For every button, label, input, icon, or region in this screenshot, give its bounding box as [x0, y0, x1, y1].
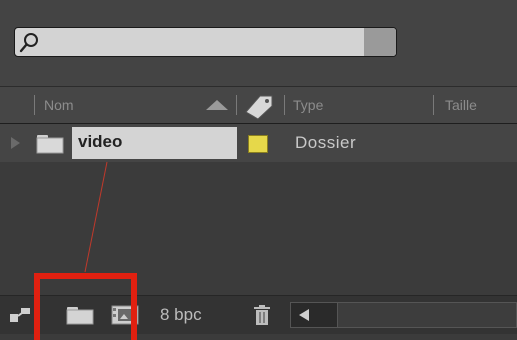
scroll-left-arrow-icon[interactable] [299, 309, 309, 321]
column-divider[interactable] [236, 95, 237, 115]
annotation-pointer-line [84, 161, 108, 273]
table-row[interactable]: video Dossier [0, 124, 517, 162]
label-tag-icon[interactable] [242, 92, 276, 120]
new-composition-icon[interactable] [110, 304, 140, 326]
bit-depth-button[interactable]: 8 bpc [160, 305, 202, 325]
disclosure-triangle-icon[interactable] [10, 137, 20, 149]
search-field-end [364, 28, 396, 56]
trash-icon[interactable] [252, 304, 272, 326]
new-folder-icon[interactable] [66, 306, 94, 325]
scrollbar-track[interactable] [337, 303, 516, 327]
column-divider[interactable] [284, 95, 285, 115]
column-divider[interactable] [433, 95, 434, 115]
search-input[interactable] [45, 28, 355, 56]
horizontal-scrollbar[interactable] [290, 302, 517, 328]
column-type-header[interactable]: Type [293, 97, 323, 113]
item-name[interactable]: video [78, 132, 122, 152]
search-field[interactable] [14, 27, 397, 57]
label-color-swatch[interactable] [248, 135, 268, 153]
column-name-header[interactable]: Nom [44, 97, 74, 113]
search-icon[interactable] [19, 31, 41, 55]
search-area [0, 0, 517, 86]
column-size-header[interactable]: Taille [445, 97, 477, 113]
column-header: Nom Type Taille [0, 86, 517, 124]
sort-ascending-icon[interactable] [205, 99, 229, 111]
item-type: Dossier [295, 133, 357, 152]
flowchart-icon[interactable] [8, 306, 32, 324]
project-toolbar: 8 bpc [0, 295, 517, 334]
column-divider[interactable] [34, 95, 35, 115]
folder-icon [36, 135, 64, 154]
